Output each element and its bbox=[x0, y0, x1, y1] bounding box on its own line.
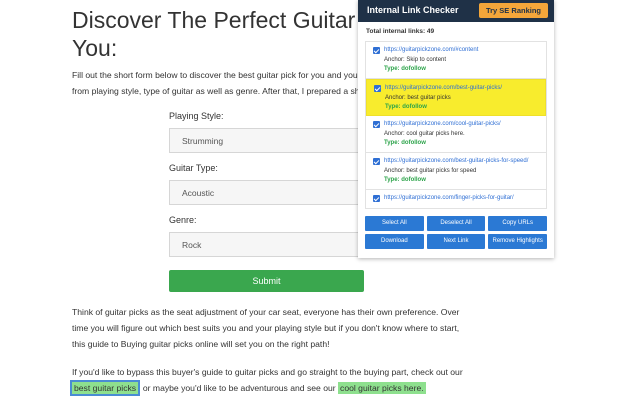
link-url: https://guitarpickzone.com/best-guitar-p… bbox=[384, 158, 529, 164]
guitar-pick-form: Playing Style: Strumming Guitar Type: Ac… bbox=[169, 108, 364, 264]
playing-style-select[interactable]: Strumming bbox=[169, 128, 364, 153]
intro-line-1: Fill out the short form below to discove… bbox=[72, 70, 362, 80]
link-anchor: Anchor: Skip to content bbox=[384, 56, 542, 66]
copy-urls-button[interactable]: Copy URLs bbox=[488, 216, 547, 231]
internal-link-checker-panel: Internal Link Checker Try SE Ranking Tot… bbox=[358, 0, 554, 258]
anchor-prefix: Anchor: bbox=[384, 167, 405, 174]
anchor-prefix: Anchor: bbox=[384, 56, 405, 63]
type-value: dofollow bbox=[402, 104, 427, 110]
link-url: https://guitarpickzone.com/finger-picks-… bbox=[384, 195, 514, 201]
genre-label: Genre: bbox=[169, 215, 197, 225]
genre-select[interactable]: Rock bbox=[169, 232, 364, 257]
guitar-type-label: Guitar Type: bbox=[169, 163, 218, 173]
paragraph-buyers-guide: If you'd like to bypass this buyer's gui… bbox=[69, 364, 472, 396]
deselect-all-button[interactable]: Deselect All bbox=[426, 216, 486, 231]
checkbox-checked-icon[interactable] bbox=[374, 85, 381, 92]
best-guitar-picks-link[interactable]: best guitar picks bbox=[69, 380, 141, 396]
paragraph-text-middle: , or maybe you'd like to be adventurous … bbox=[138, 383, 336, 393]
paragraph-text-start: If you'd like to bypass this buyer's gui… bbox=[72, 367, 463, 377]
page-title-line-1: Discover The Perfect Guitar P bbox=[72, 7, 378, 33]
next-link-button[interactable]: Next Link bbox=[426, 234, 486, 249]
checkbox-checked-icon[interactable] bbox=[373, 121, 380, 128]
checkbox-checked-icon[interactable] bbox=[373, 47, 380, 54]
guitar-type-select[interactable]: Acoustic bbox=[169, 180, 364, 205]
anchor-text: Skip to content bbox=[406, 56, 447, 63]
link-url: https://guitarpickzone.com/best-guitar-p… bbox=[385, 85, 503, 91]
download-button[interactable]: Download bbox=[365, 234, 424, 249]
anchor-text: best guitar picks for speed bbox=[406, 167, 477, 174]
link-type: Type: dofollow bbox=[384, 65, 542, 75]
paragraph-intro: Think of guitar picks as the seat adjust… bbox=[72, 307, 460, 349]
page-title: Discover The Perfect Guitar P You: bbox=[72, 6, 378, 62]
link-item[interactable]: https://guitarpickzone.com/#content Anch… bbox=[366, 42, 546, 79]
checkbox-checked-icon[interactable] bbox=[373, 195, 380, 202]
type-prefix: Type: bbox=[385, 104, 401, 110]
link-item[interactable]: https://guitarpickzone.com/finger-picks-… bbox=[366, 190, 546, 208]
playing-style-label: Playing Style: bbox=[169, 111, 224, 121]
try-se-ranking-button[interactable]: Try SE Ranking bbox=[478, 3, 548, 18]
type-prefix: Type: bbox=[384, 177, 400, 183]
link-list[interactable]: https://guitarpickzone.com/#content Anch… bbox=[365, 41, 547, 209]
panel-header: Internal Link Checker Try SE Ranking bbox=[358, 0, 554, 22]
type-value: dofollow bbox=[401, 177, 426, 183]
checkbox-checked-icon[interactable] bbox=[373, 158, 380, 165]
total-links-label: Total internal links: bbox=[366, 28, 426, 35]
total-links-count: Total internal links: 49 bbox=[366, 28, 434, 35]
link-url: https://guitarpickzone.com/cool-guitar-p… bbox=[384, 121, 501, 127]
link-item-selected[interactable]: https://guitarpickzone.com/best-guitar-p… bbox=[366, 79, 546, 116]
remove-highlights-button[interactable]: Remove Highlights bbox=[488, 234, 547, 249]
link-anchor: Anchor: cool guitar picks here. bbox=[384, 130, 542, 140]
link-anchor: Anchor: best guitar picks for speed bbox=[384, 167, 542, 177]
anchor-prefix: Anchor: bbox=[385, 94, 406, 101]
intro-line-2: from playing style, type of guitar as we… bbox=[72, 86, 362, 96]
submit-button[interactable]: Submit bbox=[169, 270, 364, 292]
intro-text: Fill out the short form below to discove… bbox=[72, 67, 362, 99]
type-value: dofollow bbox=[401, 66, 426, 72]
link-anchor: Anchor: best guitar picks bbox=[385, 94, 541, 104]
total-links-number: 49 bbox=[426, 28, 435, 35]
link-item[interactable]: https://guitarpickzone.com/best-guitar-p… bbox=[366, 153, 546, 190]
link-type: Type: dofollow bbox=[384, 139, 542, 149]
link-type: Type: dofollow bbox=[385, 103, 541, 113]
link-type: Type: dofollow bbox=[384, 176, 542, 186]
cool-guitar-picks-link[interactable]: cool guitar picks here. bbox=[338, 382, 426, 394]
anchor-text: cool guitar picks here. bbox=[406, 130, 465, 137]
page-title-line-2: You: bbox=[72, 35, 118, 61]
type-prefix: Type: bbox=[384, 66, 400, 72]
select-all-button[interactable]: Select All bbox=[365, 216, 424, 231]
type-value: dofollow bbox=[401, 140, 426, 146]
link-item[interactable]: https://guitarpickzone.com/cool-guitar-p… bbox=[366, 116, 546, 153]
anchor-prefix: Anchor: bbox=[384, 130, 405, 137]
panel-action-buttons: Select All Deselect All Copy URLs Downlo… bbox=[365, 216, 547, 249]
panel-title: Internal Link Checker bbox=[367, 5, 459, 15]
type-prefix: Type: bbox=[384, 140, 400, 146]
anchor-text: best guitar picks bbox=[407, 94, 451, 101]
link-url: https://guitarpickzone.com/#content bbox=[384, 47, 479, 53]
